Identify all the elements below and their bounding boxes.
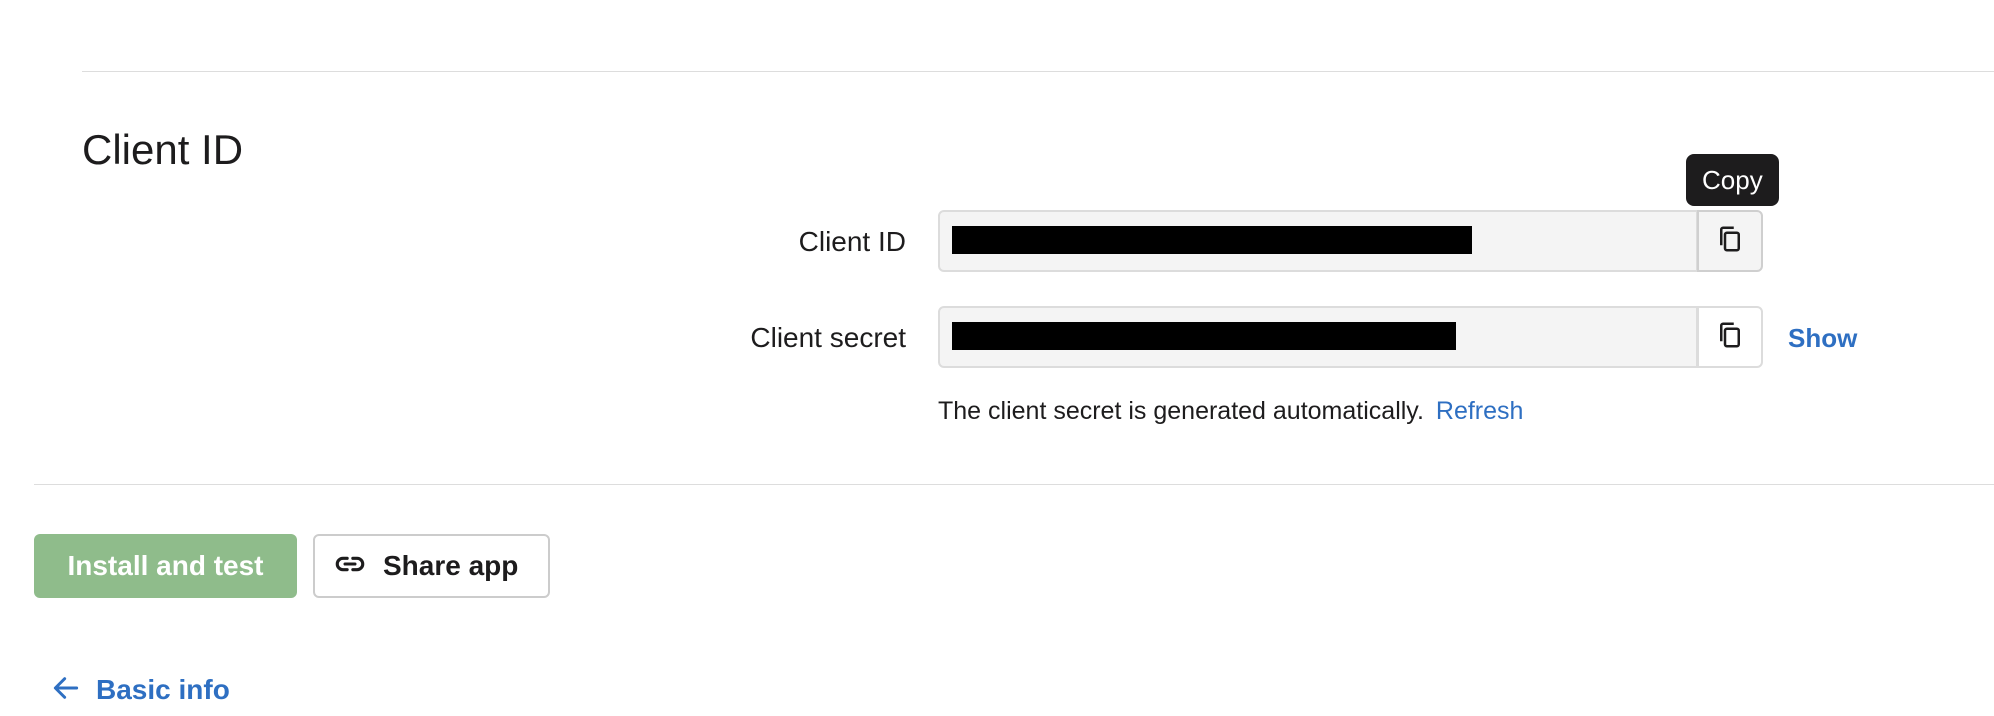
bottom-divider [34, 484, 1994, 485]
client-secret-label: Client secret [750, 322, 906, 353]
copy-tooltip: Copy [1686, 154, 1779, 206]
copy-icon [1715, 224, 1745, 259]
share-app-label: Share app [383, 550, 519, 581]
copy-icon [1715, 320, 1745, 355]
helper-text: The client secret is generated automatic… [938, 397, 1424, 425]
client-secret-redacted-value [952, 322, 1456, 350]
install-and-test-button[interactable]: Install and test [34, 534, 297, 598]
refresh-secret-link[interactable]: Refresh [1436, 397, 1524, 425]
link-icon [333, 547, 383, 586]
client-secret-helper: The client secret is generated automatic… [938, 394, 1523, 428]
section-title: Client ID [82, 126, 244, 173]
top-divider [82, 71, 1994, 72]
app-credentials-page: Client ID Client ID Copy Client secret S… [0, 0, 1994, 716]
arrow-left-icon [50, 672, 96, 709]
back-to-basic-info-link[interactable]: Basic info [50, 670, 230, 710]
copy-client-secret-button[interactable] [1697, 306, 1763, 368]
back-link-label: Basic info [96, 674, 230, 705]
share-app-button[interactable]: Share app [313, 534, 550, 598]
client-secret-field[interactable] [938, 306, 1698, 368]
client-id-field[interactable] [938, 210, 1698, 272]
show-secret-link[interactable]: Show [1788, 320, 1857, 356]
client-id-redacted-value [952, 226, 1472, 254]
copy-client-id-button[interactable] [1697, 210, 1763, 272]
client-id-label: Client ID [798, 226, 906, 257]
